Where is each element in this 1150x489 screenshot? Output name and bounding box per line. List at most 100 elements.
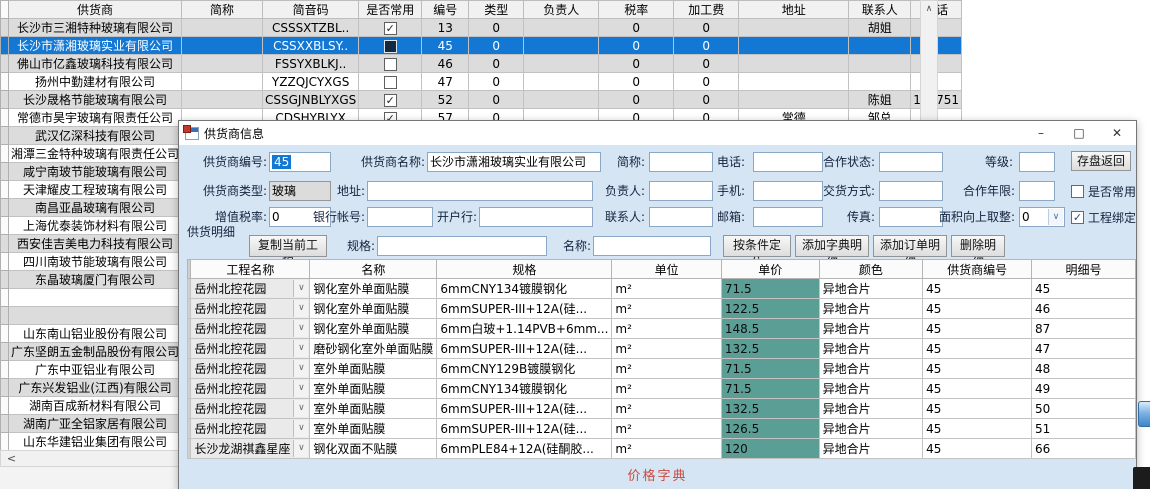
supplier-short-cell[interactable]: [182, 19, 263, 37]
is-common-checkbox[interactable]: 是否常用: [1071, 181, 1136, 201]
column-header[interactable]: 供货商: [9, 1, 182, 19]
supplier-name-input[interactable]: 长沙市潇湘玻璃实业有限公司: [427, 152, 601, 172]
project-combo[interactable]: 岳州北控花园∨: [191, 299, 309, 318]
detail-row[interactable]: 岳州北控花园∨钢化室外单面贴膜6mmCNY134镀膜钢化m²71.5异地合片45…: [188, 279, 1136, 299]
supplier-row[interactable]: 佛山市亿鑫玻璃科技有限公司FSSYXBLKJ..46000: [1, 55, 962, 73]
maximize-icon[interactable]: □: [1060, 121, 1098, 145]
add-dictionary-detail-button[interactable]: 添加字典明细: [795, 235, 869, 257]
checkbox[interactable]: [384, 58, 397, 71]
price-cell[interactable]: 122.5: [721, 299, 819, 319]
color-cell[interactable]: 异地合片: [819, 419, 923, 439]
detail-id-cell[interactable]: 66: [1032, 439, 1136, 459]
supplier-address-cell[interactable]: [739, 91, 849, 109]
supplier-fee-cell[interactable]: 0: [674, 73, 739, 91]
price-cell[interactable]: 126.5: [721, 419, 819, 439]
chevron-down-icon[interactable]: ∨: [293, 320, 308, 337]
supplier-name-cell[interactable]: [9, 289, 182, 307]
price-cell[interactable]: 148.5: [721, 319, 819, 339]
project-combo[interactable]: 岳州北控花园∨: [191, 279, 309, 298]
detail-row[interactable]: 岳州北控花园∨磨砂钢化室外单面贴膜6mmSUPER-III+12A(硅...m²…: [188, 339, 1136, 359]
spec-cell[interactable]: 6mmSUPER-III+12A(硅...: [437, 299, 612, 319]
supplier-address-cell[interactable]: [739, 37, 849, 55]
is-common-cell[interactable]: [359, 73, 422, 91]
name-cell[interactable]: 钢化双面不贴膜: [310, 439, 437, 459]
price-cell[interactable]: 120: [721, 439, 819, 459]
column-header[interactable]: 联系人: [849, 1, 911, 19]
price-cell[interactable]: 132.5: [721, 399, 819, 419]
project-name-cell[interactable]: 岳州北控花园∨: [191, 419, 310, 439]
row-header-cell[interactable]: [1, 325, 9, 343]
row-header-cell[interactable]: [1, 145, 9, 163]
is-common-cell[interactable]: ✓: [359, 91, 422, 109]
spec-cell[interactable]: 6mmSUPER-III+12A(硅...: [437, 419, 612, 439]
detail-row[interactable]: 岳州北控花园∨钢化室外单面贴膜6mmSUPER-III+12A(硅...m²12…: [188, 299, 1136, 319]
supplier-name-cell[interactable]: 长沙市潇湘玻璃实业有限公司: [9, 37, 182, 55]
supplier-tax-cell[interactable]: 0: [599, 37, 674, 55]
project-name-cell[interactable]: 岳州北控花园∨: [191, 359, 310, 379]
supplier-address-cell[interactable]: [739, 73, 849, 91]
row-header-cell[interactable]: [1, 37, 9, 55]
supplier-short-cell[interactable]: [182, 91, 263, 109]
supplier-name-cell[interactable]: 扬州中勤建材有限公司: [9, 73, 182, 91]
detail-id-cell[interactable]: 47: [1032, 339, 1136, 359]
color-cell[interactable]: 异地合片: [819, 319, 923, 339]
supplier-id-cell[interactable]: 45: [923, 379, 1032, 399]
supplier-contact-cell[interactable]: 胡姐: [849, 19, 911, 37]
supplier-name-cell[interactable]: 广东中亚铝业有限公司: [9, 361, 182, 379]
name-filter-input[interactable]: [593, 236, 711, 256]
row-header-cell[interactable]: [1, 199, 9, 217]
project-name-cell[interactable]: 岳州北控花园∨: [191, 279, 310, 299]
column-header[interactable]: 规格: [437, 260, 612, 279]
color-cell[interactable]: 异地合片: [819, 299, 923, 319]
add-order-detail-button[interactable]: 添加订单明细: [873, 235, 947, 257]
delivery-method-input[interactable]: [879, 181, 943, 201]
supplier-name-cell[interactable]: [9, 307, 182, 325]
chevron-down-icon[interactable]: ∨: [293, 340, 308, 357]
locate-by-condition-button[interactable]: 按条件定位: [723, 235, 791, 257]
coop-years-input[interactable]: [1019, 181, 1055, 201]
detail-id-cell[interactable]: 48: [1032, 359, 1136, 379]
supplier-id-cell[interactable]: 45: [923, 279, 1032, 299]
row-header-cell[interactable]: [1, 415, 9, 433]
project-name-cell[interactable]: 岳州北控花园∨: [191, 339, 310, 359]
supplier-id-cell[interactable]: 45: [923, 439, 1032, 459]
spec-cell[interactable]: 6mm白玻+1.14PVB+6mm...: [437, 319, 612, 339]
detail-row[interactable]: 岳州北控花园∨室外单面贴膜6mmCNY129B镀膜钢化m²71.5异地合片454…: [188, 359, 1136, 379]
supplier-code-cell[interactable]: CSSXXBLSY..: [263, 37, 359, 55]
price-cell[interactable]: 71.5: [721, 379, 819, 399]
checkbox[interactable]: ✓: [384, 22, 397, 35]
price-cell[interactable]: 132.5: [721, 339, 819, 359]
supplier-name-cell[interactable]: 常德市昊宇玻璃有限责任公司: [9, 109, 182, 127]
unit-cell[interactable]: m²: [612, 399, 722, 419]
unit-cell[interactable]: m²: [612, 439, 722, 459]
color-cell[interactable]: 异地合片: [819, 339, 923, 359]
supplier-type-cell[interactable]: 0: [469, 19, 524, 37]
project-binding-checkbox[interactable]: 工程绑定: [1071, 207, 1136, 227]
detail-row[interactable]: 岳州北控花园∨室外单面贴膜6mmSUPER-III+12A(硅...m²126.…: [188, 419, 1136, 439]
area-round-up-select[interactable]: 0 ∨: [1019, 207, 1065, 227]
unit-cell[interactable]: m²: [612, 299, 722, 319]
delete-detail-button[interactable]: 删除明细: [951, 235, 1005, 257]
phone-input[interactable]: [753, 152, 823, 172]
supplier-name-cell[interactable]: 西安佳吉美电力科技有限公司: [9, 235, 182, 253]
chevron-down-icon[interactable]: ∨: [293, 440, 308, 457]
supplier-name-cell[interactable]: 长沙晟格节能玻璃有限公司: [9, 91, 182, 109]
project-name-cell[interactable]: 岳州北控花园∨: [191, 399, 310, 419]
detail-id-cell[interactable]: 45: [1032, 279, 1136, 299]
supplier-code-cell[interactable]: YZZQJCYXGS: [263, 73, 359, 91]
detail-id-cell[interactable]: 50: [1032, 399, 1136, 419]
column-header[interactable]: 单位: [612, 260, 722, 279]
row-header-cell[interactable]: [1, 109, 9, 127]
supplier-name-cell[interactable]: 广东兴发铝业(江西)有限公司: [9, 379, 182, 397]
name-cell[interactable]: 钢化室外单面贴膜: [310, 279, 437, 299]
grade-input[interactable]: [1019, 152, 1055, 172]
supplier-manager-cell[interactable]: [524, 91, 599, 109]
supplier-name-cell[interactable]: 湘潭三金特种玻璃有限责任公司: [9, 145, 182, 163]
supplier-row[interactable]: 长沙市三湘特种玻璃有限公司CSSSXTZBL..✓13000胡姐: [1, 19, 962, 37]
is-common-cell[interactable]: [359, 37, 422, 55]
spec-cell[interactable]: 6mmSUPER-III+12A(硅...: [437, 339, 612, 359]
chevron-down-icon[interactable]: ∨: [293, 280, 308, 297]
supplier-id-cell[interactable]: 46: [422, 55, 469, 73]
row-header-cell[interactable]: [1, 163, 9, 181]
supplier-id-input[interactable]: 45: [269, 152, 331, 172]
